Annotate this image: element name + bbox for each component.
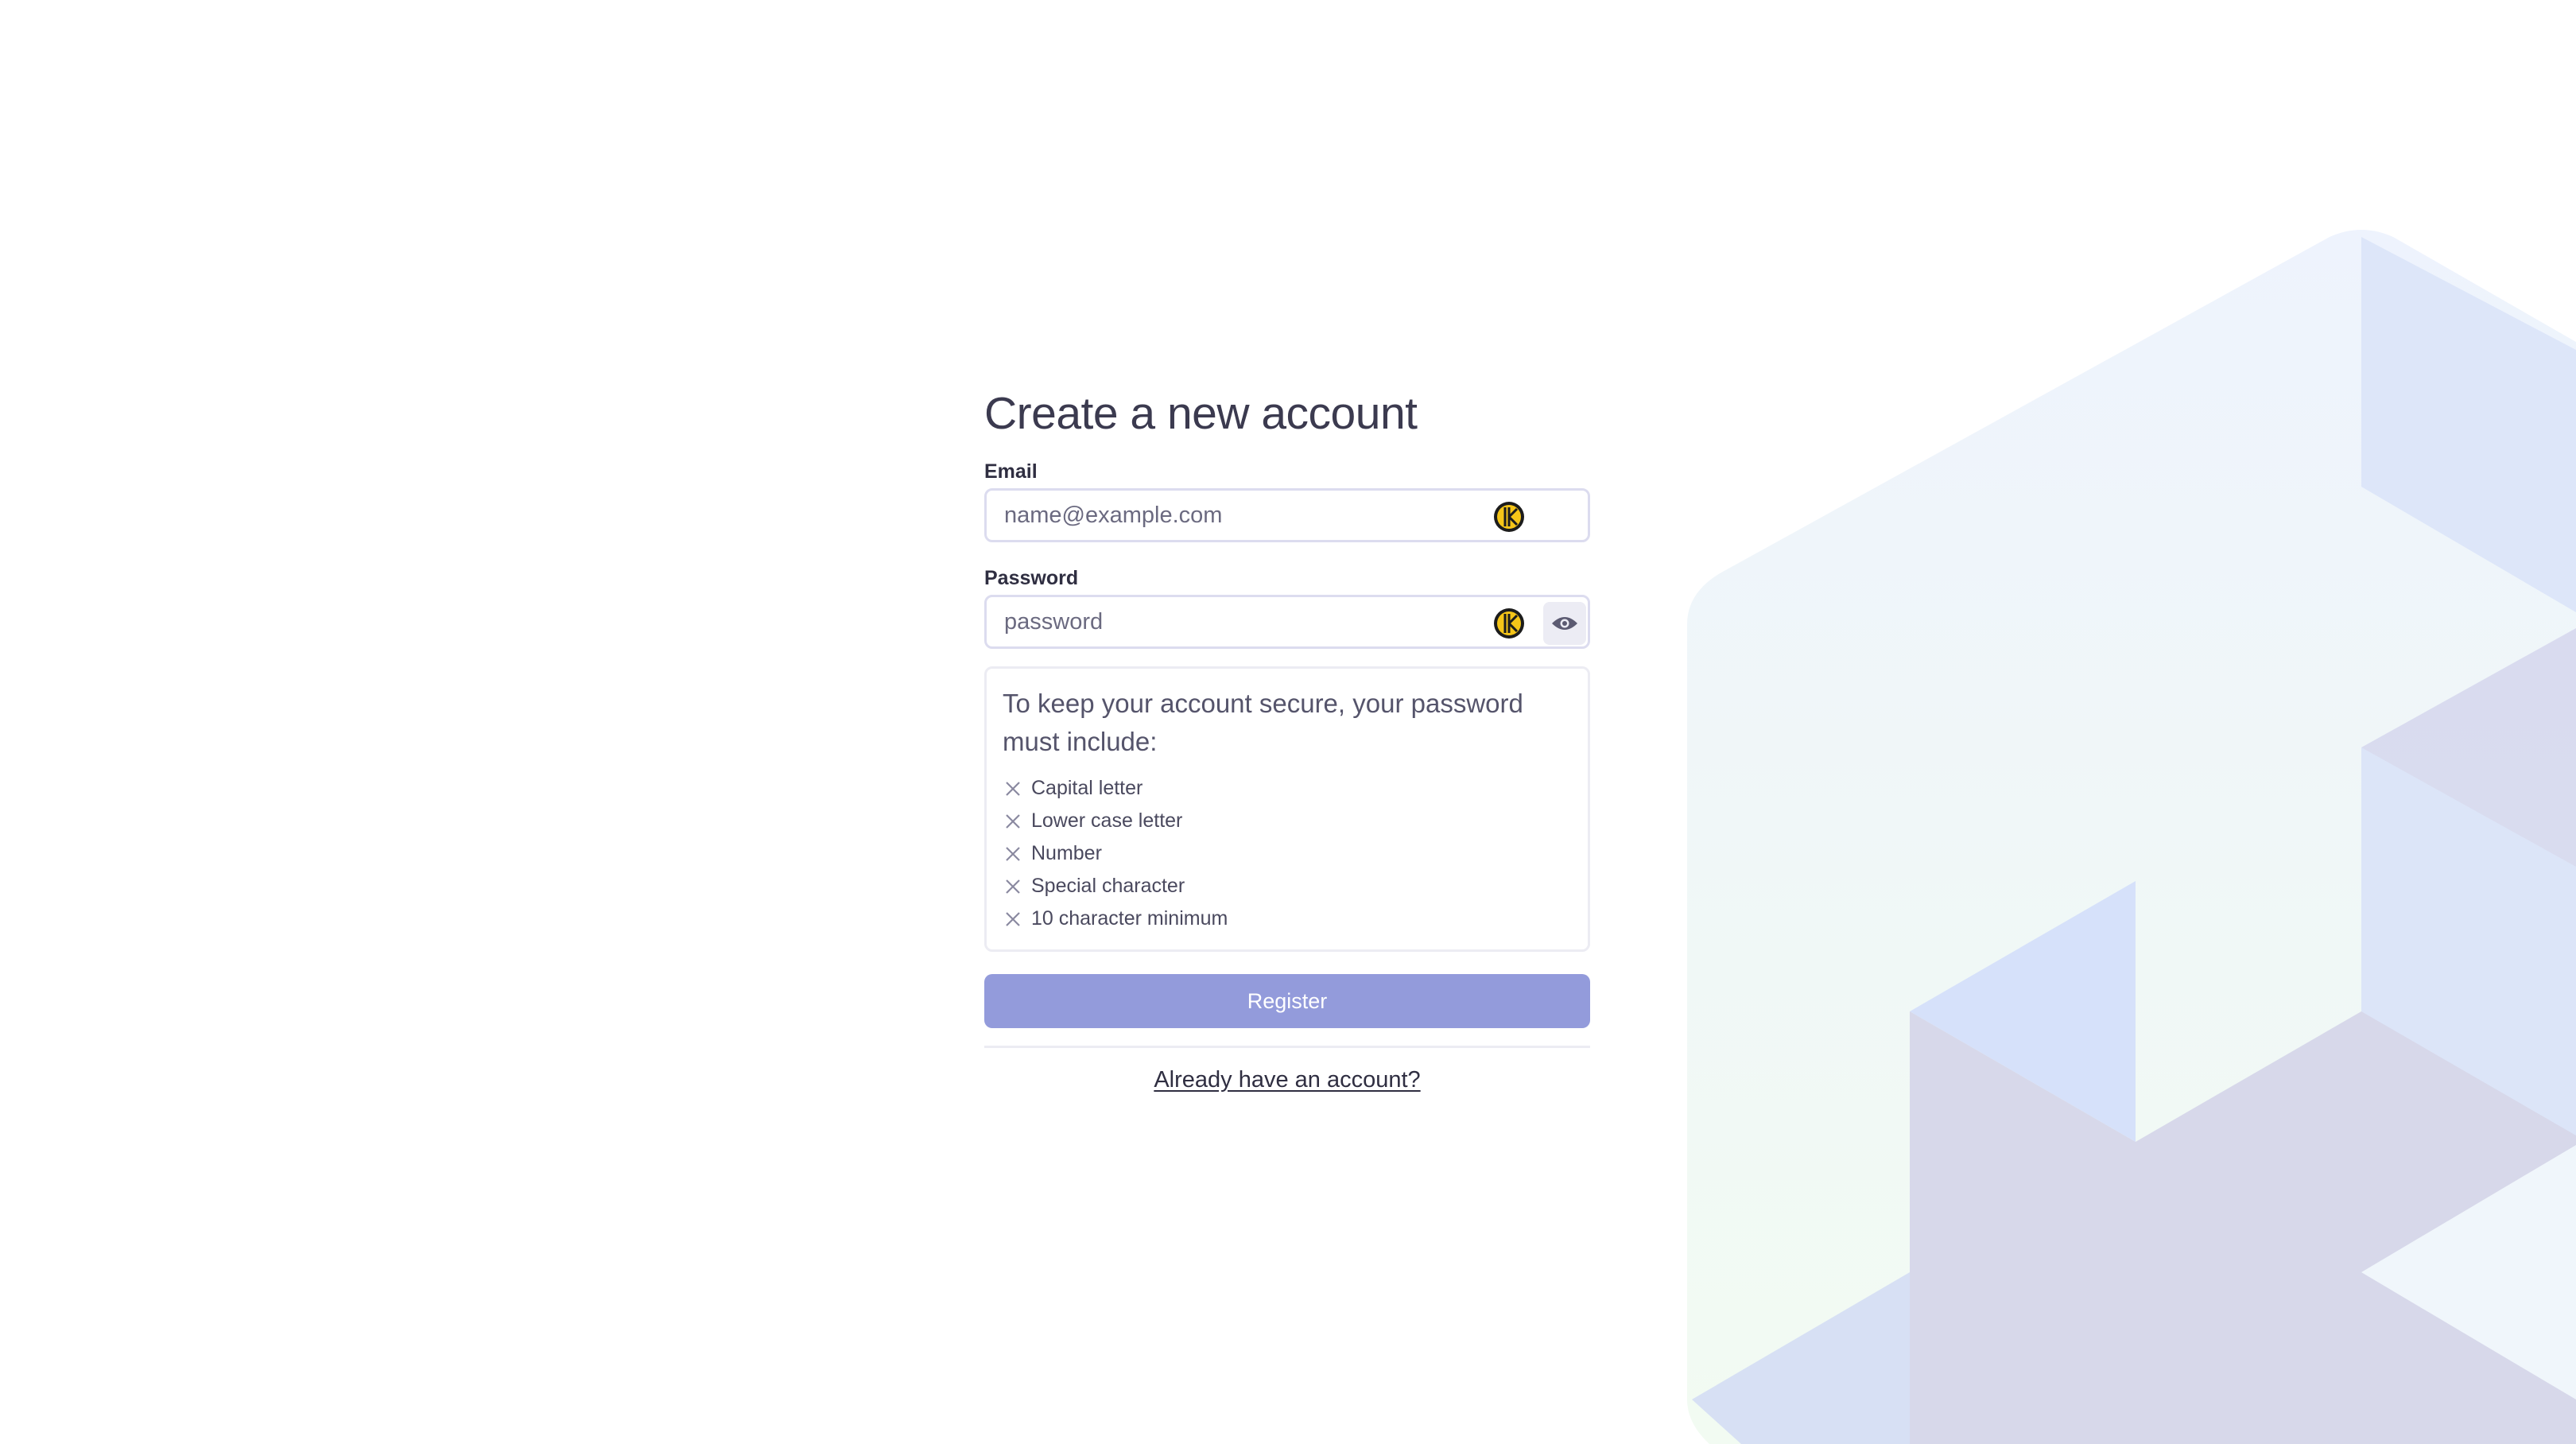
requirement-item: Special character <box>1003 870 1572 902</box>
email-label: Email <box>984 460 1038 483</box>
x-icon <box>1006 781 1020 796</box>
password-field-container <box>984 595 1590 649</box>
requirement-label: Number <box>1031 842 1102 864</box>
requirement-label: 10 character minimum <box>1031 907 1228 930</box>
requirements-list: Capital letter Lower case letter Number … <box>1003 772 1572 935</box>
requirement-label: Capital letter <box>1031 777 1143 799</box>
requirement-item: Number <box>1003 837 1572 870</box>
x-icon <box>1006 846 1020 861</box>
requirement-label: Lower case letter <box>1031 809 1183 832</box>
x-icon <box>1006 813 1020 829</box>
requirements-title: To keep your account secure, your passwo… <box>1003 689 1523 756</box>
requirement-item: Capital letter <box>1003 772 1572 805</box>
x-icon <box>1006 879 1020 894</box>
page-title: Create a new account <box>984 388 1418 439</box>
divider <box>984 1046 1590 1048</box>
requirement-item: Lower case letter <box>1003 805 1572 837</box>
keeper-fill-icon[interactable] <box>1493 501 1525 533</box>
eye-icon <box>1552 617 1577 630</box>
requirement-label: Special character <box>1031 875 1185 897</box>
keeper-fill-icon[interactable] <box>1493 607 1525 639</box>
register-form: Create a new account Email Password <box>984 382 1590 1093</box>
register-page: Create a new account Email Password <box>0 0 2576 1444</box>
requirement-item: 10 character minimum <box>1003 902 1572 935</box>
login-link[interactable]: Already have an account? <box>984 1067 1590 1093</box>
email-field-container <box>984 488 1590 542</box>
register-button[interactable]: Register <box>984 974 1590 1028</box>
show-password-button[interactable] <box>1543 602 1586 645</box>
x-icon <box>1006 911 1020 926</box>
password-label: Password <box>984 567 1079 589</box>
password-requirements: To keep your account secure, your passwo… <box>984 666 1590 952</box>
